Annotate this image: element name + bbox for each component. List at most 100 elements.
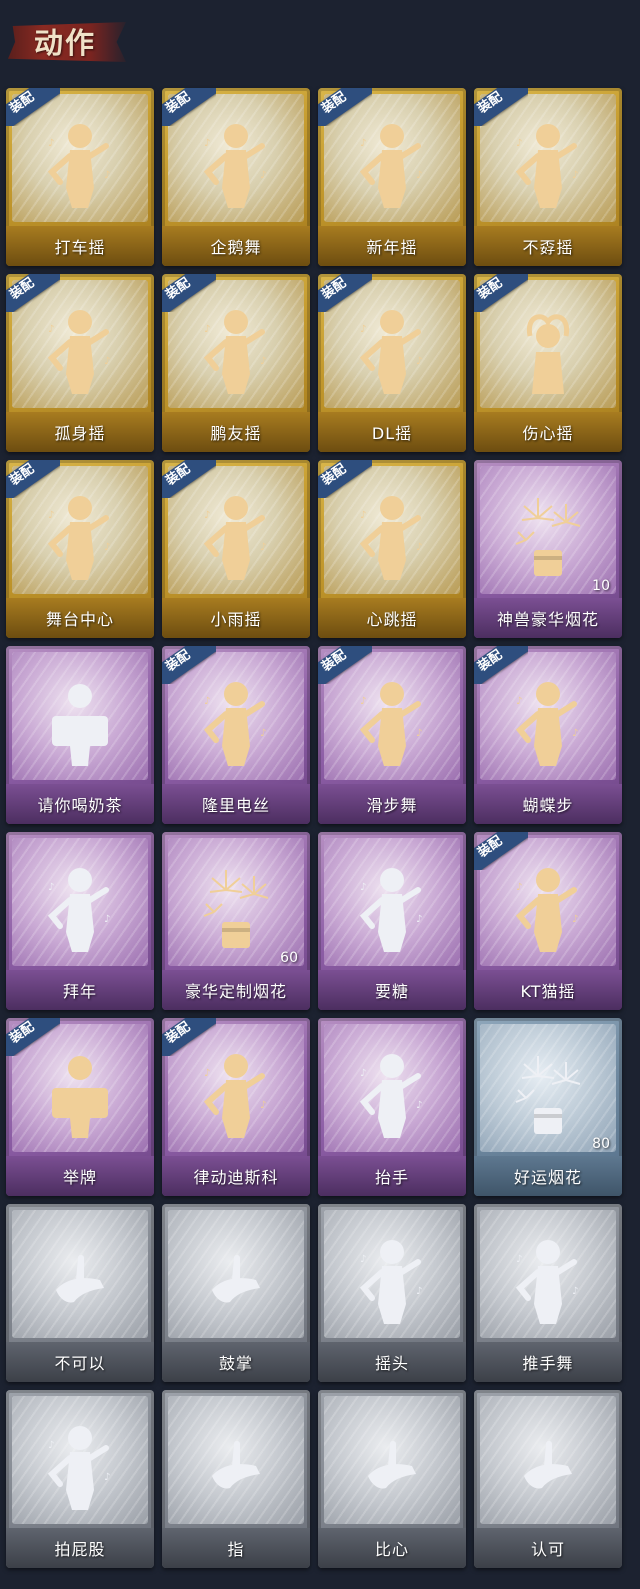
dance-pose-icon: ♪ ♪ <box>508 674 588 774</box>
clap-icon <box>196 1232 276 1332</box>
svg-text:♪: ♪ <box>416 728 422 739</box>
svg-text:♪: ♪ <box>104 542 110 553</box>
section-header: 动作 <box>8 14 128 66</box>
card-label-bar: 指 <box>162 1528 310 1568</box>
card-label-bar: 蝴蝶步 <box>474 784 622 824</box>
equipped-badge: 装配 <box>474 646 528 684</box>
card-label-bar: 好运烟花 <box>474 1156 622 1196</box>
emote-card[interactable]: ♪ ♪ 舞台中心 装配 <box>6 460 154 638</box>
emote-card[interactable]: ♪ ♪ 推手舞 <box>474 1204 622 1382</box>
card-artwork <box>12 1210 148 1338</box>
emote-card[interactable]: ♪ ♪ 摇头 <box>318 1204 466 1382</box>
equipped-badge: 装配 <box>162 460 216 498</box>
card-label-bar: 比心 <box>318 1528 466 1568</box>
emote-card[interactable]: 认可 <box>474 1390 622 1568</box>
equipped-badge: 装配 <box>162 88 216 126</box>
equipped-badge: 装配 <box>318 646 372 684</box>
emote-card[interactable]: ♪ ♪ 拜年 <box>6 832 154 1010</box>
dance-pose-icon: ♪ ♪ <box>352 488 432 588</box>
emote-card[interactable]: ♪ ♪ 打车摇 装配 <box>6 88 154 266</box>
emote-card[interactable]: ♪ ♪ 滑步舞 装配 <box>318 646 466 824</box>
equipped-badge: 装配 <box>474 274 528 312</box>
emote-card[interactable]: 举牌 装配 <box>6 1018 154 1196</box>
emote-card[interactable]: ♪ ♪ DL摇 装配 <box>318 274 466 452</box>
svg-text:♪: ♪ <box>204 324 210 335</box>
card-label-bar: 企鹅舞 <box>162 226 310 266</box>
emote-card[interactable]: 伤心摇 装配 <box>474 274 622 452</box>
emote-card[interactable]: ♪ ♪ 不孬摇 装配 <box>474 88 622 266</box>
emote-card[interactable]: ♪ ♪ 要糖 <box>318 832 466 1010</box>
emote-grid: ♪ ♪ 打车摇 装配 ♪ ♪ 企鹅舞 装配 ♪ ♪ 新年摇 装配 ♪ ♪ 不孬摇 装配 ♪ ♪ 孤身摇 装配 ♪ ♪ 鹏友摇… <box>6 88 622 1572</box>
card-artwork <box>480 1396 616 1524</box>
svg-text:♪: ♪ <box>48 138 54 149</box>
svg-text:♪: ♪ <box>104 914 110 925</box>
card-label-bar: 小雨摇 <box>162 598 310 638</box>
dance-pose-icon: ♪ ♪ <box>40 116 120 216</box>
emote-card[interactable]: ♪ ♪ 心跳摇 装配 <box>318 460 466 638</box>
emote-name: 抬手 <box>374 1168 409 1187</box>
emote-card[interactable]: 鼓掌 <box>162 1204 310 1382</box>
emote-name: 不孬摇 <box>522 238 574 257</box>
dance-pose-icon: ♪ ♪ <box>40 488 120 588</box>
emote-name: 孤身摇 <box>54 424 106 443</box>
emote-card[interactable]: ♪ ♪ 新年摇 装配 <box>318 88 466 266</box>
card-label-bar: 豪华定制烟花 <box>162 970 310 1010</box>
item-count: 10 <box>592 578 610 594</box>
emote-card[interactable]: 指 <box>162 1390 310 1568</box>
emote-card[interactable]: 请你喝奶茶 <box>6 646 154 824</box>
svg-text:♪: ♪ <box>104 1472 110 1483</box>
emote-card[interactable]: ♪ ♪ 隆里电丝 装配 <box>162 646 310 824</box>
emote-card[interactable]: ♪ ♪ 拍屁股 <box>6 1390 154 1568</box>
dance-pose-icon: ♪ ♪ <box>40 302 120 402</box>
card-artwork <box>324 1396 460 1524</box>
card-label-bar: 举牌 <box>6 1156 154 1196</box>
dance-pose-icon: ♪ ♪ <box>508 1232 588 1332</box>
emote-name: 指 <box>227 1540 245 1559</box>
svg-text:♪: ♪ <box>416 170 422 181</box>
emote-card[interactable]: ♪ ♪ 蝴蝶步 装配 <box>474 646 622 824</box>
card-label-bar: 不可以 <box>6 1342 154 1382</box>
dance-pose-icon: ♪ ♪ <box>196 302 276 402</box>
emote-card[interactable]: 比心 <box>318 1390 466 1568</box>
emote-card[interactable]: ♪ ♪ 孤身摇 装配 <box>6 274 154 452</box>
emote-card[interactable]: 80 好运烟花 <box>474 1018 622 1196</box>
svg-text:♪: ♪ <box>260 170 266 181</box>
emote-card[interactable]: ♪ ♪ 企鹅舞 装配 <box>162 88 310 266</box>
emote-card[interactable]: 10 神兽豪华烟花 <box>474 460 622 638</box>
emote-card[interactable]: ♪ ♪ 小雨摇 装配 <box>162 460 310 638</box>
svg-text:♪: ♪ <box>204 138 210 149</box>
svg-text:♪: ♪ <box>416 1100 422 1111</box>
emote-card[interactable]: ♪ ♪ 抬手 <box>318 1018 466 1196</box>
emote-name: 心跳摇 <box>366 610 418 629</box>
svg-text:♪: ♪ <box>416 1286 422 1297</box>
card-label-bar: 隆里电丝 <box>162 784 310 824</box>
svg-text:♪: ♪ <box>360 510 366 521</box>
point-hand-icon <box>196 1418 276 1518</box>
emote-name: 舞台中心 <box>45 610 114 629</box>
emote-card[interactable]: ♪ ♪ 律动迪斯科 装配 <box>162 1018 310 1196</box>
dance-pose-icon: ♪ ♪ <box>508 860 588 960</box>
dance-pose-icon: ♪ ♪ <box>352 116 432 216</box>
dance-pose-icon: ♪ ♪ <box>196 116 276 216</box>
card-label-bar: 孤身摇 <box>6 412 154 452</box>
dance-pose-icon: ♪ ♪ <box>196 1046 276 1146</box>
emote-name: 伤心摇 <box>522 424 574 443</box>
card-artwork: ♪ ♪ <box>324 1210 460 1338</box>
svg-text:♪: ♪ <box>572 170 578 181</box>
svg-text:♪: ♪ <box>360 324 366 335</box>
emote-name: 打车摇 <box>54 238 106 257</box>
item-count: 60 <box>280 950 298 966</box>
emote-card[interactable]: 不可以 <box>6 1204 154 1382</box>
emote-card[interactable]: 60 豪华定制烟花 <box>162 832 310 1010</box>
dance-pose-icon: ♪ ♪ <box>196 488 276 588</box>
svg-text:♪: ♪ <box>516 882 522 893</box>
heart-pose-icon <box>508 302 588 402</box>
emote-name: 拜年 <box>62 982 97 1001</box>
card-label-bar: 律动迪斯科 <box>162 1156 310 1196</box>
fireworks-icon <box>508 1046 588 1146</box>
emote-card[interactable]: ♪ ♪ KT猫摇 装配 <box>474 832 622 1010</box>
svg-text:♪: ♪ <box>516 138 522 149</box>
svg-text:♪: ♪ <box>204 1068 210 1079</box>
emote-name: 律动迪斯科 <box>193 1168 279 1187</box>
emote-card[interactable]: ♪ ♪ 鹏友摇 装配 <box>162 274 310 452</box>
